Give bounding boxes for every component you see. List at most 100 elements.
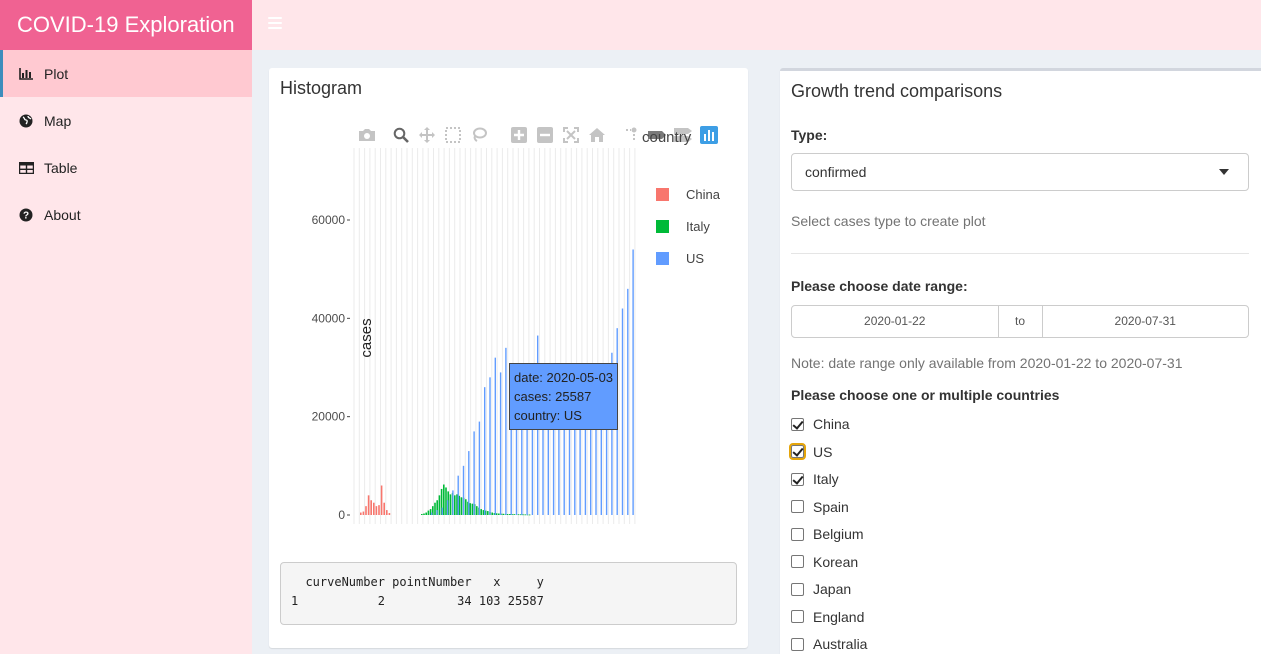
svg-text:?: ? [23,210,29,221]
bar-us [590,416,592,515]
checkbox-label: Spain [813,498,849,515]
bar-us [441,507,443,515]
bar-italy [421,514,423,515]
bar-us [568,416,571,515]
type-select-value: confirmed [805,164,867,180]
bar-china [386,510,388,515]
hover-tooltip: date: 2020-05-03 cases: 25587 country: U… [509,363,619,430]
bar-italy [506,514,509,515]
bar-italy [524,514,526,516]
bar-us [431,512,433,515]
type-label: Type: [791,127,828,143]
bar-italy [443,484,445,515]
output-header: curveNumber pointNumber x y [291,575,544,589]
y-tick-label: 60000 [312,213,346,227]
checkbox-label: Japan [813,581,852,597]
bar-italy [509,514,511,515]
bar-us [478,421,481,515]
tooltip-date: date: 2020-05-03 [514,370,614,385]
sidebar-item-about[interactable]: ? About [0,191,252,238]
checkbox[interactable] [791,610,804,623]
country-checkbox-spain[interactable]: Spain [791,499,849,515]
checkbox-label: Italy [813,471,839,487]
bar-us [446,500,449,515]
legend-label: Italy [686,219,710,234]
bar-us [468,451,470,515]
click-event-output: curveNumber pointNumber x y 1 2 34 103 25… [280,562,737,625]
checkbox[interactable] [791,472,804,486]
checkbox[interactable] [789,443,806,460]
bar-italy [528,514,531,516]
bar-italy [495,513,498,515]
bar-italy [425,512,427,515]
bar-china [360,512,362,515]
histogram-box: Histogram 0 20000 40000 60000 cases country [269,68,748,648]
country-checkbox-china[interactable]: China [791,416,850,432]
sidebar-item-label: Plot [44,65,69,82]
bar-italy [423,513,425,515]
bar-us [457,475,459,515]
bar-us [499,372,502,515]
checkbox-label: England [813,608,865,625]
legend-item-us[interactable]: US [656,251,704,266]
output-row: 1 2 34 103 25587 [291,594,544,608]
y-tick-label: 20000 [312,410,346,424]
country-checkbox-england[interactable]: England [791,609,864,625]
sidebar-item-label: About [44,206,81,223]
bar-italy [517,514,520,516]
bar-italy [491,512,493,515]
bar-italy [476,506,478,515]
legend-title: country [642,129,692,146]
globe-icon [18,113,34,129]
bar-italy [434,502,436,515]
bar-us [494,357,496,515]
checkbox[interactable] [791,417,804,431]
histogram-title: Histogram [280,78,363,98]
country-checkbox-belgium[interactable]: Belgium [791,526,864,542]
checkbox[interactable] [791,500,804,513]
bar-italy [487,511,489,515]
country-checkbox-australia[interactable]: Australia [791,636,867,652]
bar-china [383,502,385,515]
bar-italy [438,495,441,515]
y-tick-label: 40000 [312,311,346,325]
controls-title: Growth trend comparisons [791,81,1003,101]
sidebar-toggle-icon[interactable] [268,17,282,29]
bar-italy [454,495,456,515]
checkbox[interactable] [791,582,804,596]
country-checkbox-italy[interactable]: Italy [791,471,839,487]
country-checkbox-japan[interactable]: Japan [791,581,851,597]
tooltip-cases: cases: 25587 [514,389,592,404]
bar-us [484,387,486,515]
sidebar-item-plot[interactable]: Plot [0,50,252,97]
date-end-input[interactable]: 2020-07-31 [1043,306,1249,337]
bar-italy [449,494,452,515]
bar-us [436,510,438,515]
country-checkbox-us[interactable]: US [789,443,833,460]
bar-italy [498,513,500,515]
bar-italy [469,503,471,515]
type-select[interactable]: confirmed [791,153,1249,191]
bar-italy [471,503,474,515]
countries-label: Please choose one or multiple countries [791,387,1060,403]
date-range-label: Please choose date range: [791,278,968,294]
bar-us [632,249,634,515]
country-checkbox-korean[interactable]: Korean [791,554,858,570]
sidebar-item-map[interactable]: Map [0,97,252,144]
date-range-input: 2020-01-22 to 2020-07-31 [791,305,1249,338]
sidebar-item-label: Map [44,112,72,129]
date-start-input[interactable]: 2020-01-22 [792,306,998,337]
bar-italy [480,509,482,515]
sidebar-item-table[interactable]: Table [0,144,252,191]
checkbox[interactable] [791,637,804,651]
controls-box: Growth trend comparisons Type: confirmed… [780,68,1261,654]
checkbox[interactable] [791,555,804,568]
bar-china [375,506,378,515]
date-range-note: Note: date range only available from 202… [791,355,1183,371]
checkbox-label: US [813,443,833,460]
legend-item-china[interactable]: China [656,187,720,202]
bar-italy [513,514,515,515]
bar-italy [465,499,467,515]
legend-item-italy[interactable]: Italy [656,219,710,234]
checkbox[interactable] [791,527,804,541]
